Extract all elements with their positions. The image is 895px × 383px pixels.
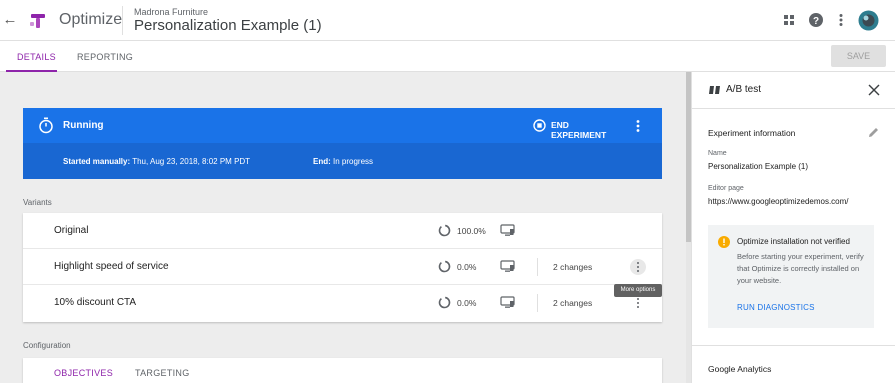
save-button[interactable]: SAVE: [831, 45, 886, 67]
panel-divider: [692, 108, 895, 109]
name-value: Personalization Example (1): [708, 162, 809, 171]
more-vert-icon[interactable]: [833, 12, 849, 28]
variant-name: 10% discount CTA: [54, 297, 137, 308]
info-heading: Experiment information: [708, 128, 796, 138]
more-vert-icon[interactable]: [630, 118, 646, 134]
tab-objectives[interactable]: OBJECTIVES: [54, 368, 113, 378]
container-name: Madrona Furniture: [134, 7, 209, 17]
help-icon[interactable]: ?: [808, 12, 824, 28]
tab-details[interactable]: DETAILS: [17, 52, 56, 62]
start-info: Started manually: Thu, Aug 23, 2018, 8:0…: [63, 157, 250, 166]
more-vert-icon: [637, 298, 639, 308]
ab-test-icon: [709, 86, 720, 94]
avatar[interactable]: [858, 10, 879, 31]
variants-section-label: Variants: [23, 198, 52, 207]
optimize-logo-icon: [30, 14, 45, 28]
app-header: ← Optimize Madrona Furniture Personaliza…: [0, 0, 895, 41]
close-icon[interactable]: [868, 84, 880, 96]
row-divider: [537, 258, 538, 276]
analytics-heading: Google Analytics: [708, 364, 772, 374]
edit-pencil-icon[interactable]: [867, 126, 880, 139]
variant-name: Original: [54, 225, 89, 236]
svg-text:?: ?: [813, 16, 819, 27]
variant-weight: 100.0%: [457, 226, 486, 236]
variant-row-highlight-speed[interactable]: Highlight speed of service 0.0% 2 change…: [23, 249, 662, 285]
end-experiment-label: END EXPERIMENT: [551, 120, 607, 140]
weight-donut-icon: [438, 224, 451, 237]
more-options-button[interactable]: [630, 259, 646, 275]
app-name: Optimize: [59, 11, 123, 28]
variant-changes-link[interactable]: 2 changes: [553, 298, 592, 308]
editor-page-label: Editor page: [708, 185, 744, 192]
variant-changes-link[interactable]: 2 changes: [553, 262, 592, 272]
arrow-back-icon[interactable]: ←: [2, 12, 18, 28]
editor-page-value: https://www.googleoptimizedemos.com/: [708, 197, 849, 206]
end-info: End: In progress: [313, 157, 373, 166]
variants-card: Original 100.0% Highlight speed of servi…: [23, 213, 662, 322]
warning-body: Before starting your experiment, verify …: [737, 252, 864, 285]
variant-weight: 0.0%: [457, 298, 477, 308]
name-label: Name: [708, 150, 727, 157]
variant-row-discount-cta[interactable]: 10% discount CTA 0.0% 2 changes: [23, 285, 662, 321]
row-divider: [537, 294, 538, 312]
variant-weight: 0.0%: [457, 262, 477, 272]
warning-icon: [718, 236, 730, 248]
tab-reporting[interactable]: REPORTING: [77, 52, 133, 62]
panel-title: A/B test: [726, 84, 762, 95]
weight-donut-icon: [438, 260, 451, 273]
configuration-section-label: Configuration: [23, 341, 71, 350]
details-side-panel: A/B test Experiment information Name Per…: [691, 72, 895, 383]
header-divider: [122, 6, 123, 35]
status-header: Running END EXPERIMENT: [23, 108, 662, 143]
tab-targeting[interactable]: TARGETING: [135, 368, 190, 378]
installation-warning: Optimize installation not verified Befor…: [708, 225, 874, 328]
panel-divider: [692, 345, 895, 346]
timer-icon: [39, 117, 53, 134]
status-state: Running: [63, 120, 104, 131]
apps-grid-icon[interactable]: [781, 12, 797, 28]
preview-devices-icon[interactable]: [500, 224, 515, 237]
preview-devices-icon[interactable]: [500, 296, 515, 309]
preview-devices-icon[interactable]: [500, 260, 515, 273]
experiment-title: Personalization Example (1): [134, 17, 322, 34]
experiment-status-card: Running END EXPERIMENT Started manually:…: [23, 108, 662, 179]
end-label: End:: [313, 157, 331, 166]
configuration-card: OBJECTIVES TARGETING: [23, 358, 662, 383]
started-label: Started manually:: [63, 157, 131, 166]
stop-circle-icon: [533, 119, 546, 132]
weight-donut-icon: [438, 296, 451, 309]
end-value: In progress: [333, 157, 374, 166]
run-diagnostics-button[interactable]: RUN DIAGNOSTICS: [737, 303, 815, 312]
end-experiment-button[interactable]: END EXPERIMENT: [533, 118, 621, 140]
variant-row-original[interactable]: Original 100.0%: [23, 213, 662, 249]
more-options-tooltip: More options: [614, 284, 662, 297]
variant-name: Highlight speed of service: [54, 261, 169, 272]
more-options-button[interactable]: [630, 295, 646, 311]
status-details: Started manually: Thu, Aug 23, 2018, 8:0…: [23, 143, 662, 179]
warning-title: Optimize installation not verified: [737, 237, 850, 246]
more-vert-icon: [637, 262, 639, 272]
tab-bar: DETAILS REPORTING SAVE: [0, 41, 895, 72]
started-value: Thu, Aug 23, 2018, 8:02 PM PDT: [132, 157, 251, 166]
